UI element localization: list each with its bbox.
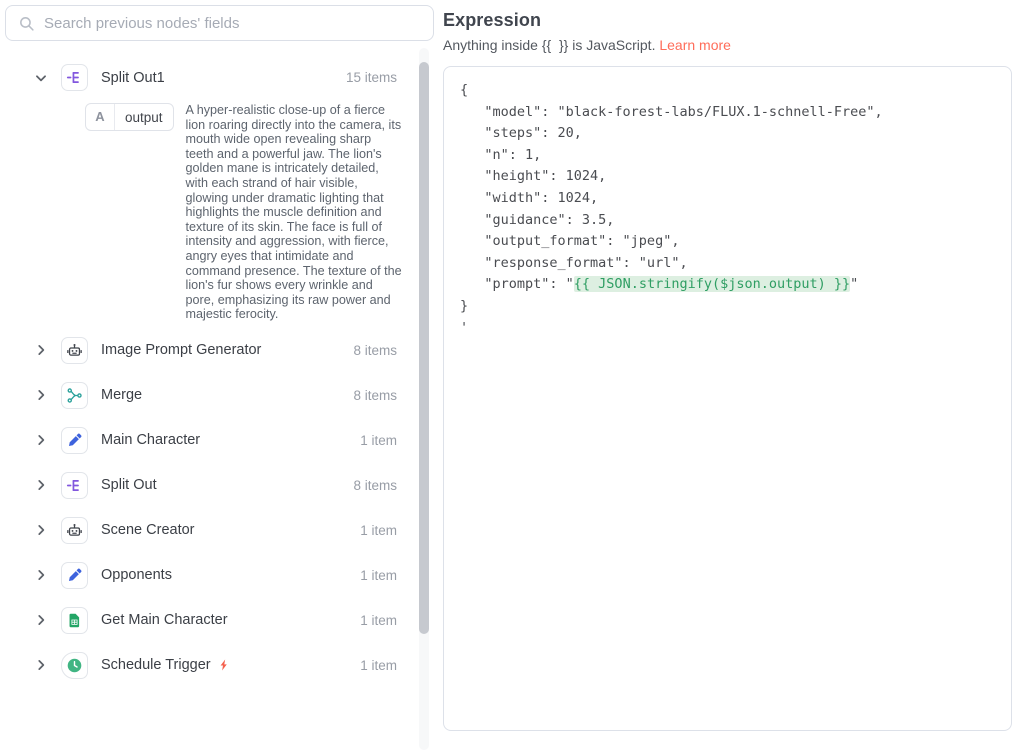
chevron-right-icon[interactable]	[34, 568, 48, 582]
code-text: "height": 1024,	[460, 168, 606, 184]
sheets-icon	[61, 607, 88, 634]
expression-code-editor[interactable]: { "model": "black-forest-labs/FLUX.1-sch…	[443, 66, 1012, 731]
robot-icon	[61, 517, 88, 544]
node-row-image-prompt-generator[interactable]: Image Prompt Generator 8 items	[34, 337, 436, 364]
trigger-bolt-icon	[218, 657, 231, 673]
chevron-right-icon[interactable]	[34, 478, 48, 492]
code-text: "steps": 20,	[460, 125, 582, 141]
node-label: Scene Creator	[101, 522, 195, 538]
left-panel-scrollbar[interactable]	[419, 48, 429, 750]
node-item-count: 8 items	[353, 478, 397, 493]
code-line: "output_format": "jpeg",	[460, 231, 995, 253]
code-line: "prompt": "{{ JSON.stringify($json.outpu…	[460, 274, 995, 296]
node-item-count: 1 item	[360, 433, 397, 448]
field-pill-output[interactable]: A output	[85, 103, 174, 131]
code-text: }	[460, 298, 468, 314]
code-line: "model": "black-forest-labs/FLUX.1-schne…	[460, 102, 995, 124]
code-line: '	[460, 318, 995, 340]
scrollbar-thumb[interactable]	[419, 62, 429, 634]
node-label: Split Out1	[101, 70, 165, 86]
code-text: "n": 1,	[460, 147, 541, 163]
expression-panel: Expression Anything inside {{ }} is Java…	[436, 0, 1018, 750]
node-label: Opponents	[101, 567, 172, 583]
node-row-split-out[interactable]: Split Out 8 items	[34, 472, 436, 499]
node-label: Image Prompt Generator	[101, 342, 261, 358]
expression-subtitle: Anything inside {{ }} is JavaScript. Lea…	[443, 37, 1012, 53]
split-out-icon	[61, 64, 88, 91]
subtitle-text: Anything inside {{ }} is JavaScript.	[443, 37, 655, 53]
code-text: {	[460, 82, 468, 98]
search-input[interactable]	[44, 15, 421, 32]
node-label: Merge	[101, 387, 142, 403]
expression-editor: Split Out1 15 items A output A hyper-rea…	[0, 0, 1018, 750]
node-label: Get Main Character	[101, 612, 228, 628]
code-text: "	[850, 276, 858, 292]
chevron-down-icon[interactable]	[34, 71, 48, 85]
code-text: "prompt": "	[460, 276, 574, 292]
chevron-right-icon[interactable]	[34, 388, 48, 402]
field-name: output	[115, 110, 173, 125]
nodes-tree: Split Out1 15 items A output A hyper-rea…	[5, 41, 436, 679]
code-text: "guidance": 3.5,	[460, 212, 614, 228]
search-box[interactable]	[5, 5, 434, 41]
node-label: Schedule Trigger	[101, 657, 211, 673]
chevron-right-icon[interactable]	[34, 523, 48, 537]
node-row-opponents[interactable]: Opponents 1 item	[34, 562, 436, 589]
node-item-count: 1 item	[360, 523, 397, 538]
code-line: }	[460, 296, 995, 318]
code-line: "response_format": "url",	[460, 253, 995, 275]
search-icon	[18, 15, 35, 32]
chevron-right-icon[interactable]	[34, 613, 48, 627]
chevron-right-icon[interactable]	[34, 433, 48, 447]
node-row-schedule-trigger[interactable]: Schedule Trigger 1 item	[34, 652, 436, 679]
field-value-preview: A hyper-realistic close-up of a fierce l…	[186, 103, 403, 322]
code-text: "output_format": "jpeg",	[460, 233, 679, 249]
pencil-icon	[61, 427, 88, 454]
code-line: {	[460, 80, 995, 102]
merge-icon	[61, 382, 88, 409]
code-text: '	[460, 320, 468, 336]
node-item-count: 1 item	[360, 613, 397, 628]
chevron-right-icon[interactable]	[34, 658, 48, 672]
node-item-count: 15 items	[346, 70, 397, 85]
code-line: "guidance": 3.5,	[460, 210, 995, 232]
code-line: "steps": 20,	[460, 123, 995, 145]
node-item-count: 1 item	[360, 658, 397, 673]
learn-more-link[interactable]: Learn more	[659, 37, 731, 53]
split-out-icon	[61, 472, 88, 499]
code-line: "n": 1,	[460, 145, 995, 167]
node-row-scene-creator[interactable]: Scene Creator 1 item	[34, 517, 436, 544]
code-text: "width": 1024,	[460, 190, 598, 206]
code-text: "response_format": "url",	[460, 255, 688, 271]
clock-icon	[61, 652, 88, 679]
code-text: "model": "black-forest-labs/FLUX.1-schne…	[460, 104, 883, 120]
previous-nodes-panel: Split Out1 15 items A output A hyper-rea…	[0, 0, 436, 750]
code-line: "width": 1024,	[460, 188, 995, 210]
node-row-split-out1[interactable]: Split Out1 15 items	[34, 64, 436, 91]
code-line: "height": 1024,	[460, 166, 995, 188]
expression-highlight: {{ JSON.stringify($json.output) }}	[574, 276, 850, 292]
node-label: Split Out	[101, 477, 157, 493]
expression-title: Expression	[443, 10, 1012, 31]
node-item-count: 8 items	[353, 343, 397, 358]
chevron-right-icon[interactable]	[34, 343, 48, 357]
node-label: Main Character	[101, 432, 200, 448]
pencil-icon	[61, 562, 88, 589]
node-row-get-main-character[interactable]: Get Main Character 1 item	[34, 607, 436, 634]
field-row-output: A output A hyper-realistic close-up of a…	[85, 103, 436, 322]
node-item-count: 1 item	[360, 568, 397, 583]
robot-icon	[61, 337, 88, 364]
node-item-count: 8 items	[353, 388, 397, 403]
node-row-merge[interactable]: Merge 8 items	[34, 382, 436, 409]
string-type-icon: A	[86, 104, 115, 130]
collapsed-node-rows: Image Prompt Generator 8 items Merge 8 i…	[34, 337, 436, 679]
node-row-main-character[interactable]: Main Character 1 item	[34, 427, 436, 454]
